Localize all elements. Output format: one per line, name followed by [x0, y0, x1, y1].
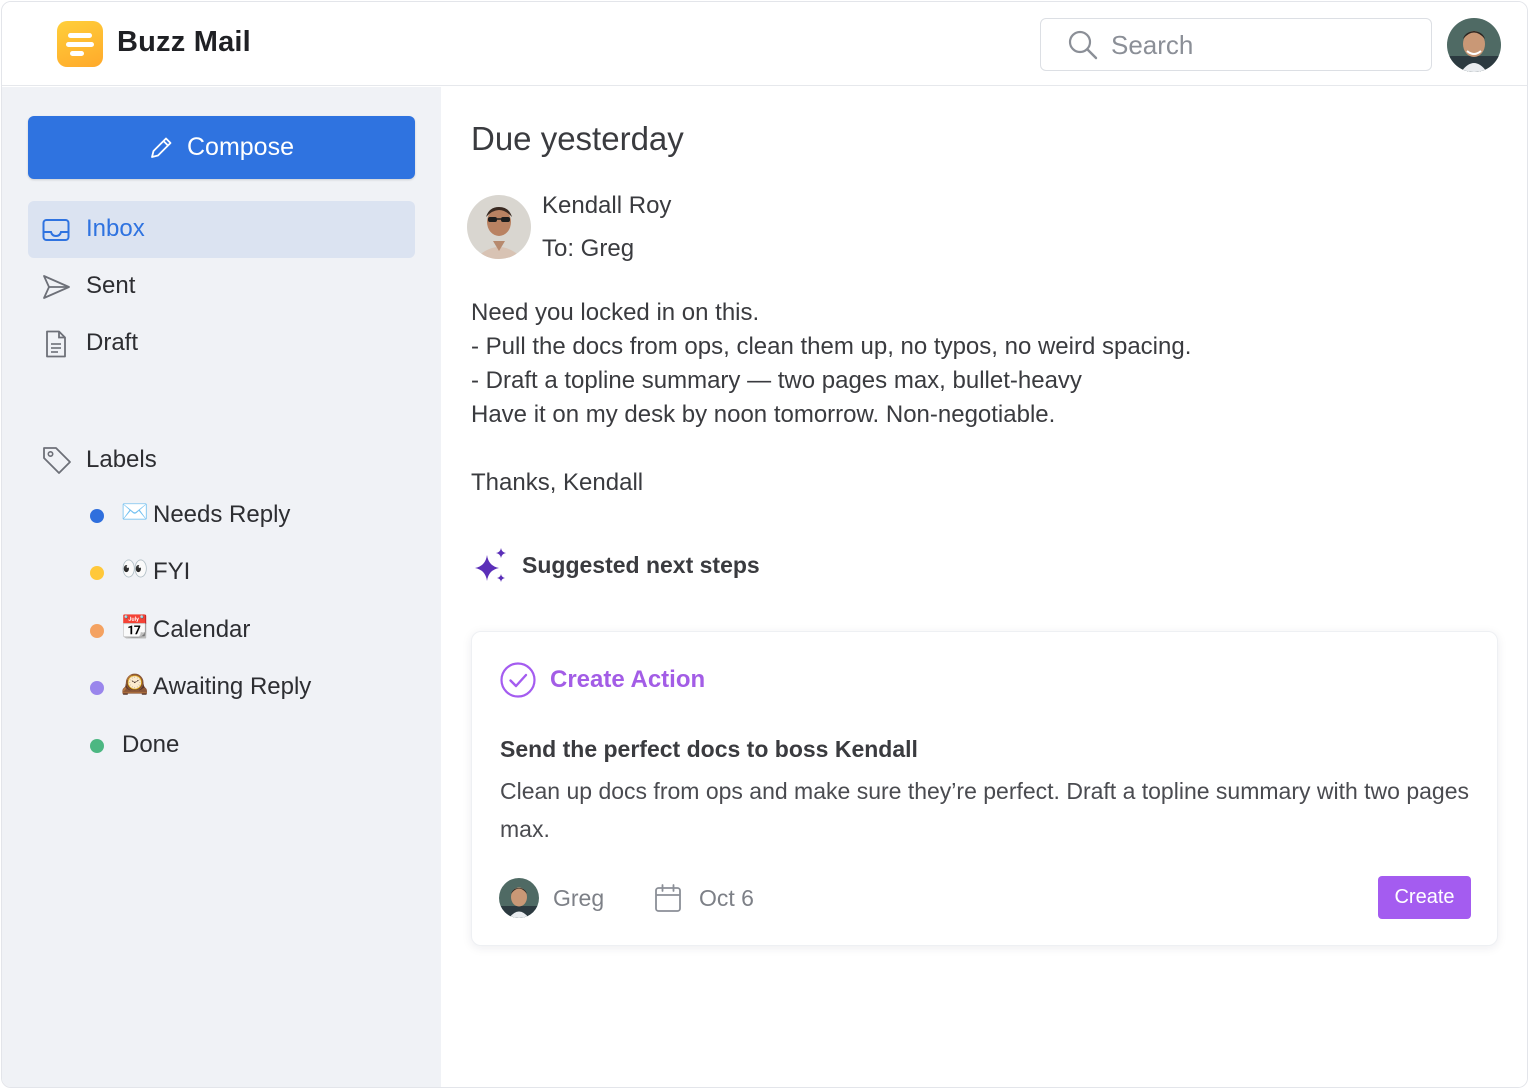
- eyes-icon: 👀: [121, 557, 149, 582]
- buzz-mail-logo-icon: [57, 21, 103, 67]
- label-fyi[interactable]: 👀 FYI: [88, 552, 418, 592]
- labels-heading: Labels: [28, 434, 415, 484]
- check-circle-icon: [500, 662, 536, 698]
- suggested-steps-title: Suggested next steps: [522, 552, 760, 578]
- assignee-avatar[interactable]: [499, 878, 539, 918]
- sender-avatar[interactable]: [467, 195, 531, 259]
- labels-heading-text: Labels: [86, 446, 157, 473]
- label-awaiting-reply[interactable]: 🕰️ Awaiting Reply: [88, 667, 418, 707]
- calendar-icon: [655, 884, 681, 912]
- sidebar-item-draft[interactable]: Draft: [28, 315, 415, 372]
- email-subject: Due yesterday: [471, 120, 684, 157]
- label-text: Calendar: [153, 616, 251, 643]
- sidebar-item-sent[interactable]: Sent: [28, 258, 415, 315]
- label-color-dot: [90, 624, 104, 638]
- task-title: Send the perfect docs to boss Kendall: [500, 736, 918, 762]
- top-bar: Buzz Mail: [2, 2, 1527, 86]
- clock-icon: 🕰️: [121, 672, 149, 697]
- due-date: Oct 6: [699, 885, 754, 911]
- email-body-line: Need you locked in on this.: [471, 299, 760, 326]
- app-name: Buzz Mail: [117, 26, 251, 58]
- label-needs-reply[interactable]: ✉️ Needs Reply: [88, 495, 418, 535]
- sender-name: Kendall Roy: [542, 192, 672, 219]
- sparkle-icon: [475, 548, 506, 582]
- search-box[interactable]: [1040, 18, 1432, 71]
- email-body-line: - Pull the docs from ops, clean them up,…: [471, 333, 1192, 360]
- compose-label: Compose: [187, 133, 294, 161]
- calendar-emoji-icon: 📆: [121, 615, 149, 640]
- send-icon: [43, 275, 70, 299]
- sidebar-item-inbox[interactable]: Inbox: [28, 201, 415, 258]
- task-description: Clean up docs from ops and make sure the…: [500, 778, 1470, 842]
- inbox-icon: [42, 219, 70, 241]
- user-avatar[interactable]: [1447, 18, 1501, 72]
- email-signoff: Thanks, Kendall: [471, 469, 644, 496]
- label-calendar[interactable]: 📆 Calendar: [88, 610, 418, 650]
- sidebar-item-label: Sent: [86, 272, 136, 299]
- app-window: Buzz Mail Compose: [1, 1, 1528, 1088]
- label-text: Awaiting Reply: [153, 673, 312, 700]
- label-done[interactable]: Done: [88, 725, 418, 765]
- recipient-line: To: Greg: [542, 235, 635, 262]
- label-text: Needs Reply: [153, 501, 291, 528]
- email-body-line: Have it on my desk by noon tomorrow. Non…: [471, 401, 1056, 428]
- label-color-dot: [90, 739, 104, 753]
- search-icon: [1068, 30, 1098, 60]
- envelope-icon: ✉️: [121, 500, 149, 525]
- label-text: FYI: [153, 558, 191, 585]
- tag-icon: [43, 447, 71, 474]
- create-button[interactable]: Create: [1378, 876, 1471, 919]
- label-color-dot: [90, 509, 104, 523]
- create-action-heading: Create Action: [550, 666, 706, 693]
- sidebar: Compose Inbox Sent Draft Labels ✉️ Needs…: [2, 87, 441, 1087]
- label-text: Done: [122, 731, 180, 758]
- document-icon: [46, 330, 66, 358]
- sidebar-item-label: Inbox: [86, 215, 145, 242]
- pencil-icon: [151, 137, 172, 158]
- suggested-action-card: Create Action Send the perfect docs to b…: [471, 631, 1498, 946]
- label-color-dot: [90, 566, 104, 580]
- email-view: Due yesterday Kendall Roy To: Greg Need …: [441, 87, 1527, 1087]
- sidebar-item-label: Draft: [86, 329, 139, 356]
- compose-button[interactable]: Compose: [28, 116, 415, 179]
- search-input[interactable]: [1111, 27, 1411, 63]
- email-body-line: - Draft a topline summary — two pages ma…: [471, 367, 1082, 394]
- assignee-name: Greg: [553, 885, 605, 911]
- label-color-dot: [90, 681, 104, 695]
